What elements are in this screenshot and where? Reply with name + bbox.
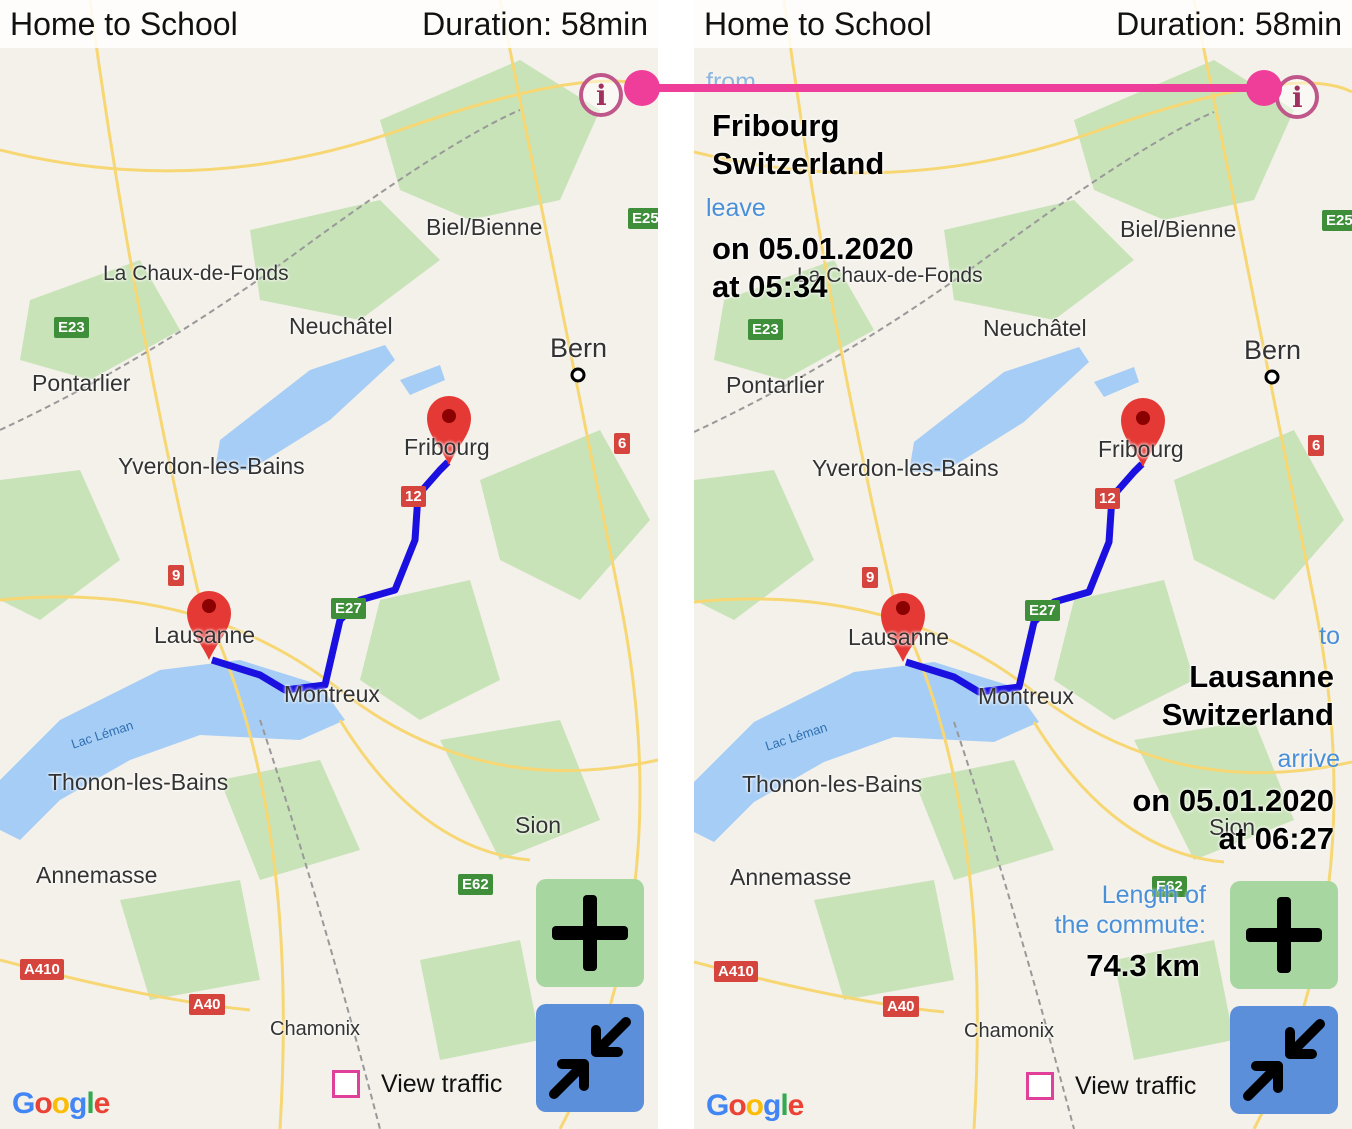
road-shield-6: 6 xyxy=(1308,435,1325,456)
view-traffic-label[interactable]: View traffic xyxy=(381,1070,502,1099)
map-label-neuchatel: Neuchâtel xyxy=(983,315,1087,341)
map-label-chamonix: Chamonix xyxy=(270,1018,361,1040)
from-place: Fribourg xyxy=(712,108,840,143)
map-label-montreux: Montreux xyxy=(284,681,380,707)
map-panel-expanded[interactable]: Biel/Bienne La Chaux-de-Fonds Neuchâtel … xyxy=(694,0,1352,1129)
zoom-in-button[interactable] xyxy=(536,879,644,987)
info-icon: i xyxy=(1292,81,1303,114)
map-label-annemasse: Annemasse xyxy=(730,864,852,890)
map-label-lausanne: Lausanne xyxy=(848,624,950,650)
map-label-thonon: Thonon-les-Bains xyxy=(742,771,923,797)
road-shield-a410: A410 xyxy=(714,961,758,982)
map-panel-collapsed[interactable]: Biel/Bienne La Chaux-de-Fonds Neuchâtel … xyxy=(0,0,658,1129)
road-shield-e23: E23 xyxy=(54,317,89,338)
route-title: Home to School xyxy=(704,6,932,42)
map-label-montreux: Montreux xyxy=(978,683,1074,709)
header-bar: Home to School Duration: 58min xyxy=(0,0,658,48)
from-label: from xyxy=(706,68,756,96)
map-label-lausanne: Lausanne xyxy=(154,622,256,648)
length-label-line1: Length of xyxy=(1101,881,1206,909)
view-traffic-label[interactable]: View traffic xyxy=(1075,1072,1196,1101)
collapse-button[interactable] xyxy=(536,1004,644,1112)
leave-time: at 05:34 xyxy=(712,269,828,304)
road-shield-9: 9 xyxy=(168,565,185,586)
map-label-neuchatel: Neuchâtel xyxy=(289,313,393,339)
length-label-line2: the commute: xyxy=(1054,911,1206,939)
zoom-in-button[interactable] xyxy=(1230,881,1338,989)
arrive-time: at 06:27 xyxy=(1218,821,1334,856)
annotation-dot-right xyxy=(1246,70,1282,106)
map-label-fribourg: Fribourg xyxy=(404,434,490,460)
map-label-biel: Biel/Bienne xyxy=(426,214,543,240)
collapse-arrows-icon xyxy=(549,1017,631,1099)
info-button[interactable]: i xyxy=(579,73,623,117)
road-shield-a40: A40 xyxy=(883,996,919,1017)
map-label-yverdon: Yverdon-les-Bains xyxy=(812,455,999,481)
road-shield-e25: E25 xyxy=(628,208,658,229)
from-country: Switzerland xyxy=(712,146,885,181)
map-label-pontarlier: Pontarlier xyxy=(32,370,131,396)
map-label-sion: Sion xyxy=(515,812,562,838)
map-label-yverdon: Yverdon-les-Bains xyxy=(118,453,305,479)
view-traffic-checkbox[interactable] xyxy=(1026,1072,1054,1100)
road-shield-e25: E25 xyxy=(1322,210,1352,231)
leave-date: on 05.01.2020 xyxy=(712,231,914,266)
google-logo[interactable]: Google xyxy=(12,1087,110,1121)
road-shield-a410: A410 xyxy=(20,959,64,980)
panel-gutter xyxy=(658,0,694,1129)
map-label-annemasse: Annemasse xyxy=(36,862,158,888)
route-duration: Duration: 58min xyxy=(1116,6,1342,42)
road-shield-e27: E27 xyxy=(331,598,366,619)
road-shield-12: 12 xyxy=(1095,488,1120,509)
view-traffic-checkbox[interactable] xyxy=(332,1070,360,1098)
road-shield-9: 9 xyxy=(862,567,879,588)
map-label-bern: Bern xyxy=(550,333,608,363)
collapse-arrows-icon xyxy=(1243,1019,1325,1101)
annotation-dot-left xyxy=(624,70,660,106)
route-duration: Duration: 58min xyxy=(422,6,648,42)
map-label-bern: Bern xyxy=(1244,335,1302,365)
info-icon: i xyxy=(596,79,607,112)
google-logo[interactable]: Google xyxy=(706,1089,804,1123)
leave-label: leave xyxy=(706,194,766,222)
road-shield-6: 6 xyxy=(614,433,631,454)
arrive-date: on 05.01.2020 xyxy=(1132,783,1334,818)
collapse-button[interactable] xyxy=(1230,1006,1338,1114)
arrive-label: arrive xyxy=(1277,745,1340,773)
road-shield-e27: E27 xyxy=(1025,600,1060,621)
to-country: Switzerland xyxy=(1161,697,1334,732)
map-label-biel: Biel/Bienne xyxy=(1120,216,1237,242)
route-title: Home to School xyxy=(10,6,238,42)
map-label-thonon: Thonon-les-Bains xyxy=(48,769,229,795)
to-place: Lausanne xyxy=(1189,659,1334,694)
map-label-pontarlier: Pontarlier xyxy=(726,372,825,398)
road-shield-e62: E62 xyxy=(458,874,493,895)
road-shield-a40: A40 xyxy=(189,994,225,1015)
road-shield-e23: E23 xyxy=(748,319,783,340)
to-label: to xyxy=(1319,622,1340,650)
map-label-chamonix: Chamonix xyxy=(964,1020,1055,1042)
road-shield-12: 12 xyxy=(401,486,426,507)
header-bar: Home to School Duration: 58min xyxy=(694,0,1352,48)
annotation-connector xyxy=(642,84,1264,92)
info-button[interactable]: i xyxy=(1275,75,1319,119)
map-label-chaux: La Chaux-de-Fonds xyxy=(103,262,289,285)
map-label-fribourg: Fribourg xyxy=(1098,436,1184,462)
length-value: 74.3 km xyxy=(1086,948,1200,983)
